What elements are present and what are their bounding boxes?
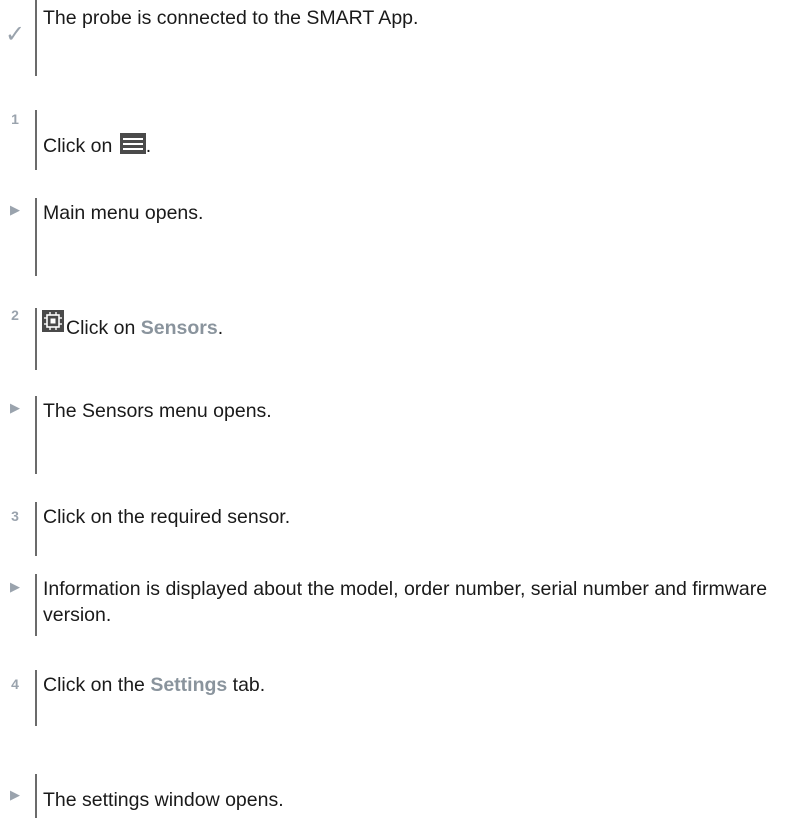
- result-arrow-icon: ▶: [10, 787, 20, 802]
- step-2-text: Click on Sensors.: [66, 315, 223, 341]
- step-4-tail: tab.: [227, 674, 266, 696]
- step-divider: [35, 574, 37, 636]
- step-1-text: Click on .: [43, 133, 151, 159]
- settings-keyword: Settings: [150, 674, 228, 696]
- step-number-1: 1: [11, 111, 19, 127]
- result-3-text: Information is displayed about the model…: [43, 578, 768, 626]
- result-4-text: The settings window opens.: [43, 789, 284, 811]
- step-3-text: Click on the required sensor.: [43, 506, 291, 528]
- result-arrow-icon: ▶: [10, 400, 20, 415]
- step-divider: [35, 502, 37, 556]
- sensor-chip-icon: [42, 310, 64, 332]
- result-arrow-icon: ▶: [10, 579, 20, 594]
- step-1-label: Click on: [43, 135, 118, 157]
- result-arrow-icon: ▶: [10, 202, 20, 217]
- step-divider: [35, 0, 37, 76]
- step-number-2: 2: [11, 307, 19, 323]
- step-number-4: 4: [11, 676, 19, 692]
- step-1-period: .: [145, 135, 152, 157]
- step-divider: [35, 198, 37, 276]
- step-divider: [35, 774, 37, 818]
- result-2-text: The Sensors menu opens.: [43, 400, 272, 422]
- step-divider: [35, 396, 37, 474]
- checkmark-icon: ✓: [4, 21, 26, 48]
- sensors-keyword: Sensors: [140, 317, 218, 339]
- step-2-label: Click on: [66, 317, 141, 339]
- hamburger-menu-icon: [119, 133, 146, 154]
- result-1-text: Main menu opens.: [43, 202, 204, 224]
- step-4-label: Click on the: [43, 674, 151, 696]
- step-divider: [35, 110, 37, 170]
- step-number-3: 3: [11, 508, 19, 524]
- step-2-period: .: [217, 317, 224, 339]
- precondition-text: The probe is connected to the SMART App.: [43, 7, 419, 29]
- step-divider: [35, 308, 37, 370]
- step-divider: [35, 670, 37, 726]
- step-4-text: Click on the Settings tab.: [43, 672, 265, 698]
